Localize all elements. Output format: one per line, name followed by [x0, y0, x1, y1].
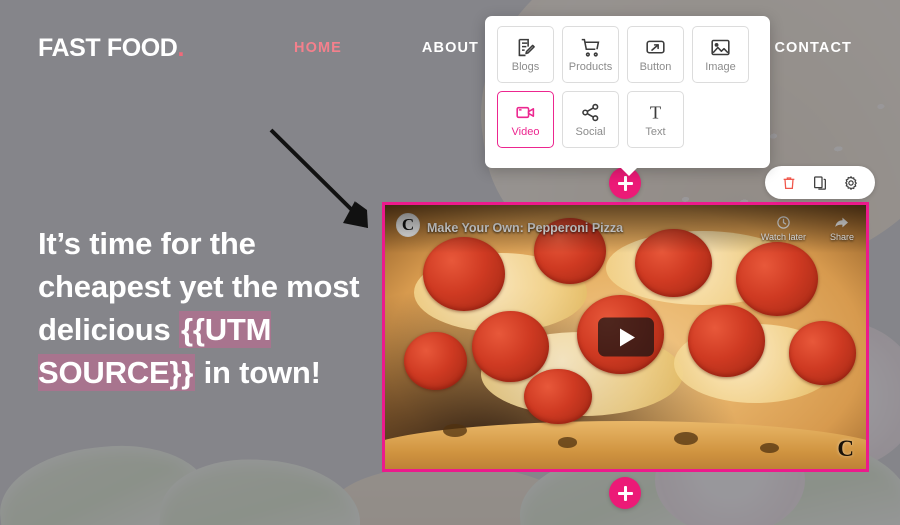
add-element-button-bottom[interactable]: [609, 477, 641, 509]
delete-button[interactable]: [781, 175, 797, 191]
text-t-icon: T: [650, 102, 661, 122]
trash-icon: [783, 176, 795, 189]
video-top-gradient: [385, 205, 866, 253]
add-tile-label: Blogs: [511, 60, 540, 73]
headline-part-after: in town!: [195, 355, 321, 390]
duplicate-icon: [814, 175, 826, 190]
document-pencil-icon: [518, 38, 535, 56]
add-tile-products[interactable]: Products: [562, 26, 619, 83]
add-tile-video[interactable]: Video: [497, 91, 554, 148]
add-tile-label: Button: [639, 60, 672, 73]
shopping-cart-icon: [581, 38, 600, 57]
add-tile-label: Video: [511, 125, 540, 138]
nav-links: HOME ABOUT: [284, 34, 489, 62]
site-logo[interactable]: FAST FOOD.: [38, 34, 184, 63]
video-camera-icon: [516, 106, 535, 118]
picture-icon: [711, 39, 730, 55]
play-triangle-icon: [619, 328, 635, 346]
hero-headline: It’s time for the cheapest yet the most …: [38, 222, 378, 394]
site-logo-text: FAST FOOD: [38, 33, 178, 62]
pointer-arrow-icon: [269, 128, 368, 228]
video-watermark: C: [837, 436, 854, 461]
nav-link-home[interactable]: HOME: [284, 34, 352, 62]
play-button[interactable]: [597, 317, 654, 357]
add-tile-label: Image: [705, 60, 736, 73]
add-tile-blogs[interactable]: Blogs: [497, 26, 554, 83]
svg-text:T: T: [650, 102, 661, 122]
add-tile-text[interactable]: T Text: [627, 91, 684, 148]
add-panel-row-2: Video Social T Text: [497, 91, 760, 148]
video-element-block[interactable]: C Make Your Own: Pepperoni Pizza Watch l…: [382, 202, 869, 472]
gear-icon: [845, 175, 857, 190]
add-element-panel: Blogs Products Button Image Video Social…: [485, 16, 770, 176]
add-panel-row-1: Blogs Products Button Image: [497, 26, 760, 83]
duplicate-button[interactable]: [812, 175, 828, 191]
nav-link-contact[interactable]: CONTACT: [764, 34, 862, 62]
add-tile-label: Products: [568, 60, 613, 73]
add-tile-button[interactable]: Button: [627, 26, 684, 83]
nav-link-about[interactable]: ABOUT: [412, 34, 489, 62]
add-tile-image[interactable]: Image: [692, 26, 749, 83]
site-logo-dot: .: [177, 33, 185, 62]
element-toolbar: [765, 166, 875, 199]
settings-button[interactable]: [843, 175, 859, 191]
add-tile-label: Text: [645, 125, 666, 138]
button-cursor-icon: [646, 40, 665, 54]
add-tile-label: Social: [575, 125, 606, 138]
panel-caret-icon: [620, 167, 638, 176]
add-tile-social[interactable]: Social: [562, 91, 619, 148]
share-nodes-icon: [582, 103, 599, 121]
